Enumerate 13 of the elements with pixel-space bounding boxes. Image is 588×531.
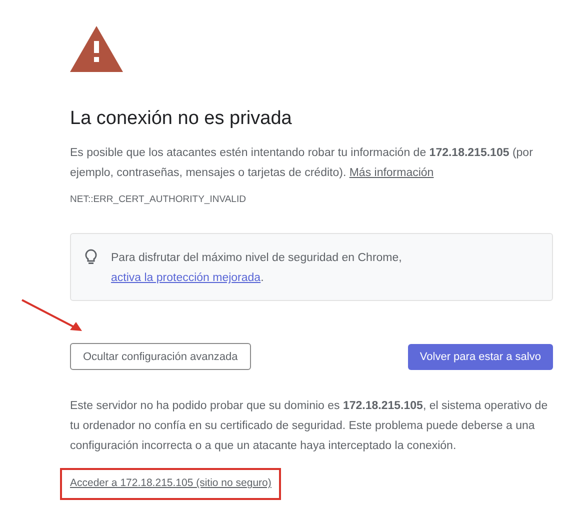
error-code: NET::ERR_CERT_AUTHORITY_INVALID bbox=[70, 193, 247, 207]
more-info-link[interactable]: Más información bbox=[349, 167, 434, 179]
page-title: La conexión no es privada bbox=[70, 107, 293, 131]
annotation-arrow bbox=[20, 298, 84, 334]
tip-text: Para disfrutar del máximo nivel de seguridad en Chrome, activa la protección mejorada. bbox=[111, 251, 403, 286]
proceed-link[interactable]: Acceder a 172.18.215.105 (sitio no seguro) bbox=[70, 476, 272, 492]
intro-text: Es posible que los atacantes estén intentando robar tu información de 172.18.215.105 (por ejemplo, contraseñas, mensajes o tarjetas de crédito). Más información bbox=[70, 146, 534, 181]
back-to-safety-button[interactable]: Volver para estar a salvo bbox=[408, 344, 553, 370]
warning-icon bbox=[70, 26, 123, 72]
lightbulb-icon bbox=[85, 249, 97, 266]
advanced-toggle-button[interactable]: Ocultar configuración avanzada bbox=[70, 343, 251, 370]
details-text: Este servidor no ha podido probar que su dominio es 172.18.215.105, el sistema operativo de tu ordenador no confía en su certificado de seguridad. Este problema puede deberse a una configuración incorrecta o a que un atacante haya interceptado la conexión. bbox=[70, 399, 549, 454]
enhanced-protection-link[interactable]: activa la protección mejorada bbox=[111, 272, 261, 284]
